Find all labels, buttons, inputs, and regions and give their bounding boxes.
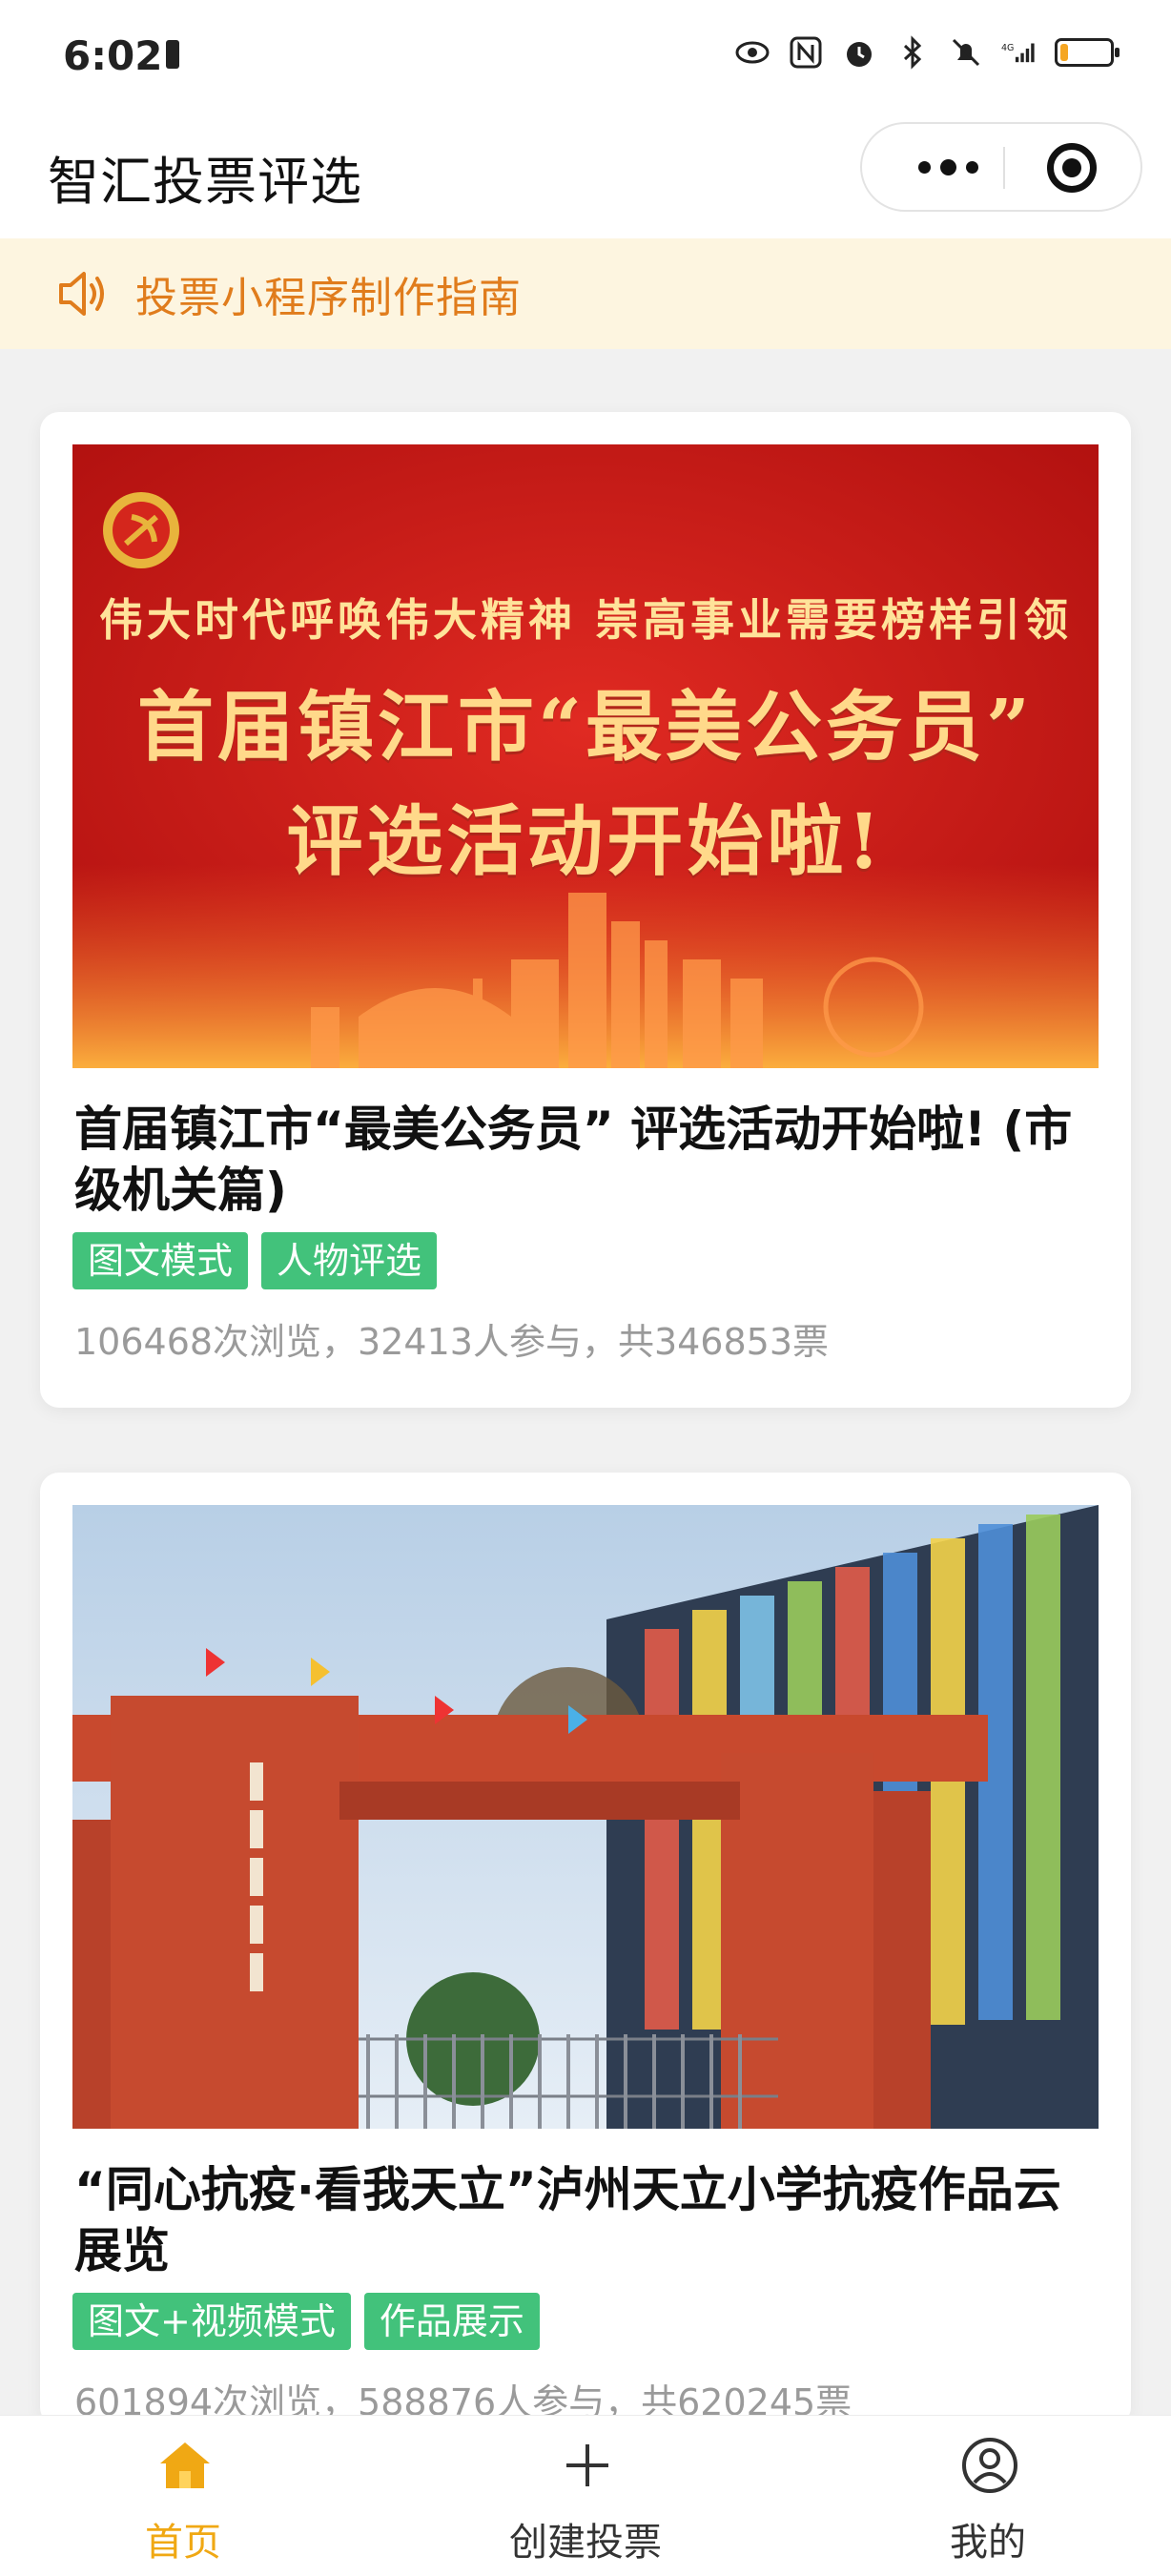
card-title: 首届镇江市“最美公务员” 评选活动开始啦! (市级机关篇) — [74, 1102, 1073, 1218]
card-tags: 图文模式 人物评选 — [72, 1232, 438, 1289]
nfc-icon — [788, 34, 824, 71]
svg-text:4G: 4G — [1001, 43, 1014, 53]
status-time: 6:02 — [63, 32, 163, 79]
vote-card[interactable]: 伟大时代呼唤伟大精神 崇高事业需要榜样引领 首届镇江市“最美公务员” 评选活动开… — [40, 412, 1131, 1408]
bluetooth-icon — [894, 34, 931, 71]
tab-label: 我的 — [950, 2521, 1026, 2565]
user-icon — [962, 2438, 1017, 2493]
home-icon — [160, 2442, 210, 2488]
nav-bar: 智汇投票评选 — [0, 114, 1171, 238]
plus-icon — [566, 2444, 608, 2486]
tab-label: 首页 — [145, 2521, 221, 2565]
tab-mine[interactable]: 我的 — [873, 2416, 1102, 2576]
tag-mode: 图文模式 — [72, 1232, 249, 1289]
eye-icon — [734, 34, 770, 71]
mute-icon — [948, 34, 984, 71]
alarm-icon — [841, 34, 877, 71]
more-dot-icon — [965, 160, 978, 174]
banner-headline: 首届镇江市“最美公务员” — [136, 682, 1035, 772]
status-icons: 4G — [734, 34, 1120, 71]
tab-label: 创建投票 — [509, 2521, 662, 2565]
banner-slogan: 伟大时代呼唤伟大精神 崇高事业需要榜样引领 — [98, 594, 1072, 646]
tag-mode: 图文+视频模式 — [72, 2293, 351, 2350]
mini-program-capsule — [860, 122, 1142, 212]
vote-card[interactable]: “同心抗疫·看我天立”泸州天立小学抗疫作品云展览 图文+视频模式 作品展示 60… — [40, 1473, 1131, 2426]
more-dot-icon — [939, 158, 956, 175]
battery-saver-icon — [166, 40, 179, 69]
status-bar: 6:02 4G — [0, 0, 1171, 114]
close-mini-program-button[interactable] — [1047, 143, 1097, 193]
capsule-divider — [1003, 147, 1005, 189]
notice-text: 投票小程序制作指南 — [135, 274, 522, 322]
tab-create-vote[interactable]: 创建投票 — [471, 2416, 700, 2576]
page-title: 智汇投票评选 — [48, 152, 362, 212]
card-title: “同心抗疫·看我天立”泸州天立小学抗疫作品云展览 — [74, 2162, 1061, 2278]
bottom-tab-bar: 首页 创建投票 我的 — [0, 2415, 1171, 2576]
banner-subheadline: 评选活动开始啦! — [286, 796, 885, 886]
tab-home[interactable]: 首页 — [69, 2416, 298, 2576]
battery-level — [1060, 44, 1068, 61]
more-dot-icon — [917, 160, 931, 174]
notice-bar[interactable]: 投票小程序制作指南 — [0, 238, 1171, 349]
signal-icon: 4G — [1001, 34, 1037, 71]
card-banner-image: 伟大时代呼唤伟大精神 崇高事业需要榜样引领 首届镇江市“最美公务员” 评选活动开… — [72, 444, 1099, 1068]
tag-category: 作品展示 — [363, 2293, 540, 2350]
battery-icon — [1055, 38, 1120, 67]
card-stats: 106468次浏览，32413人参与，共346853票 — [74, 1321, 830, 1363]
speaker-icon — [59, 272, 104, 316]
tag-category: 人物评选 — [261, 1232, 438, 1289]
more-menu-button[interactable] — [900, 124, 996, 210]
card-cover-image — [72, 1505, 1099, 2129]
card-tags: 图文+视频模式 作品展示 — [72, 2293, 540, 2350]
